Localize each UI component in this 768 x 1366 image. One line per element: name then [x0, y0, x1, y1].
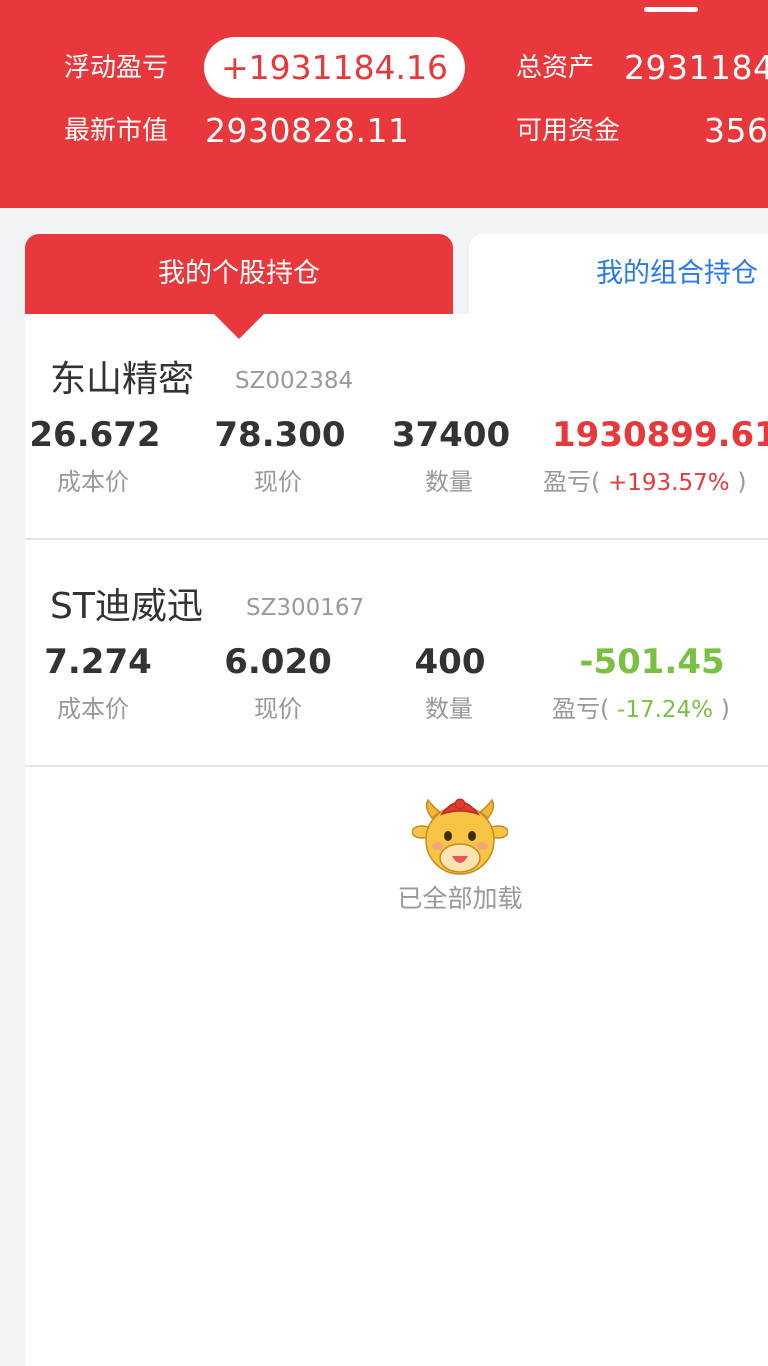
pnl-label: 盈亏( — [552, 695, 610, 723]
available-funds-value: 356 — [704, 111, 768, 150]
total-assets-label: 总资产 — [516, 53, 595, 83]
quantity-value: 37400 — [391, 415, 511, 455]
quantity-label: 数量 — [425, 695, 473, 723]
current-price-value: 78.300 — [214, 415, 346, 455]
stock-code: SZ300167 — [246, 595, 365, 621]
pnl-close-paren: ) — [720, 695, 731, 723]
current-price-label: 现价 — [254, 468, 302, 496]
floating-pnl-value: +1931184.16 — [204, 37, 465, 98]
total-assets-value: 2931184 — [624, 48, 768, 87]
tab-portfolio-holdings[interactable]: 我的组合持仓 — [469, 234, 768, 314]
cost-price-value: 26.672 — [29, 415, 161, 455]
tab-stock-holdings[interactable]: 我的个股持仓 — [25, 234, 453, 314]
cow-mascot-icon — [412, 798, 508, 875]
available-funds-label: 可用资金 — [516, 116, 621, 146]
holdings-panel: 东山精密 SZ002384 26.672 成本价 78.300 现价 37400… — [25, 314, 768, 1366]
account-summary-header: 浮动盈亏 +1931184.16 总资产 2931184 最新市值 293082… — [0, 0, 768, 208]
market-value-value: 2930828.11 — [205, 111, 410, 150]
pnl-label-group: 盈亏( -17.24% ) — [552, 693, 730, 726]
floating-pnl-label: 浮动盈亏 — [64, 53, 169, 83]
pnl-percent: -17.24% — [617, 697, 714, 723]
active-tab-pointer — [213, 313, 265, 339]
stock-name: ST迪威迅 — [50, 586, 203, 627]
market-value-label: 最新市值 — [64, 116, 169, 146]
holding-row[interactable]: ST迪威迅 SZ300167 7.274 成本价 6.020 现价 400 数量… — [25, 541, 768, 767]
pnl-percent: +193.57% — [608, 470, 730, 496]
stock-code: SZ002384 — [235, 368, 354, 394]
current-price-label: 现价 — [254, 695, 302, 723]
stock-name: 东山精密 — [50, 359, 195, 400]
all-loaded-text: 已全部加载 — [397, 884, 523, 913]
cost-price-label: 成本价 — [57, 695, 129, 723]
cost-price-value: 7.274 — [44, 642, 152, 682]
pnl-label-group: 盈亏( +193.57% ) — [543, 466, 747, 499]
quantity-label: 数量 — [425, 468, 473, 496]
holding-row[interactable]: 东山精密 SZ002384 26.672 成本价 78.300 现价 37400… — [25, 314, 768, 540]
pnl-close-paren: ) — [737, 468, 747, 496]
quantity-value: 400 — [414, 642, 486, 682]
pnl-label: 盈亏( — [543, 468, 601, 496]
current-price-value: 6.020 — [224, 642, 332, 682]
cost-price-label: 成本价 — [57, 468, 129, 496]
pnl-value: 1930899.61 — [552, 415, 768, 455]
pnl-value: -501.45 — [579, 642, 725, 682]
page-indicator — [644, 7, 698, 12]
